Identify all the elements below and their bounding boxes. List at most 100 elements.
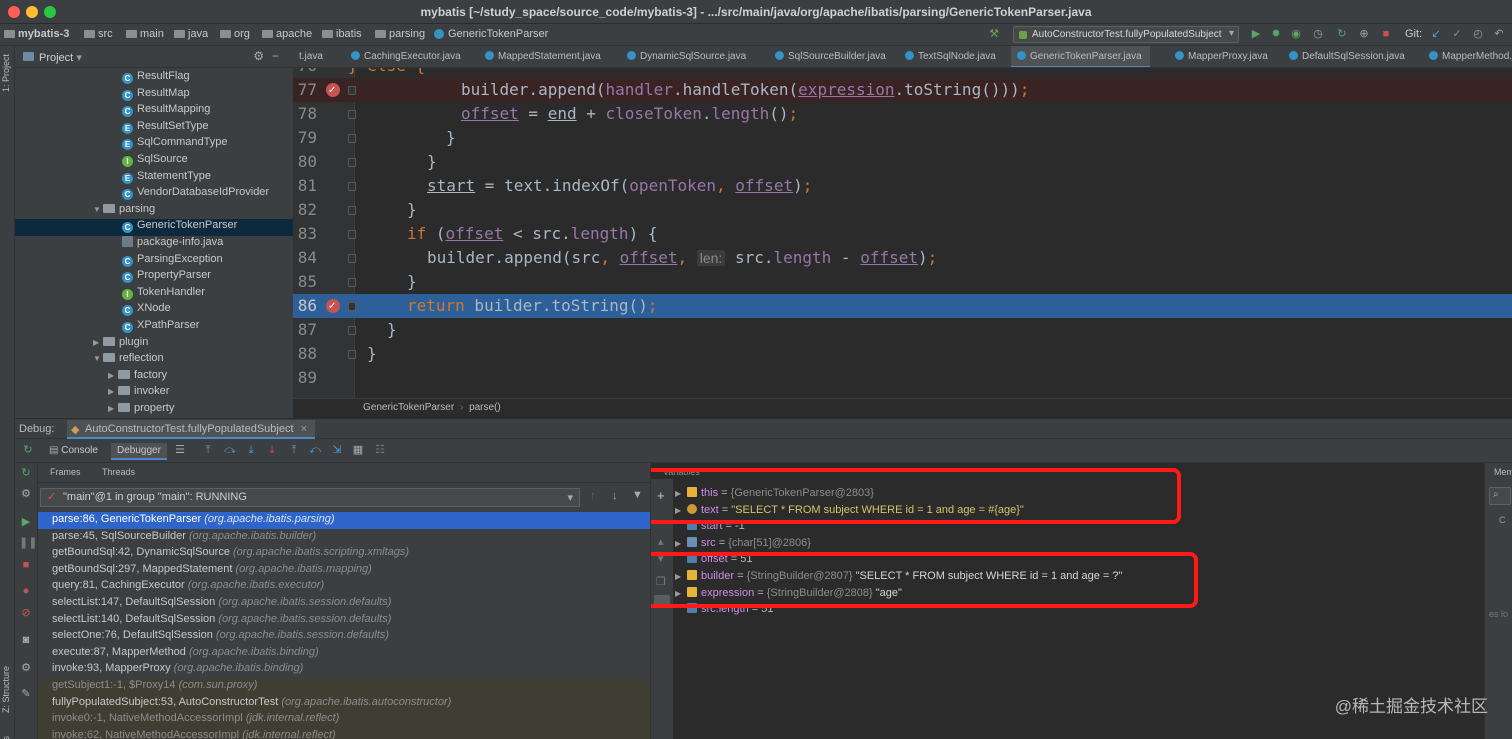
tree-item[interactable]: C XNode bbox=[15, 302, 293, 319]
trace-icon[interactable]: ☷ bbox=[373, 443, 387, 457]
step-out-icon[interactable]: ⤒ bbox=[287, 443, 301, 457]
fold-marker-icon[interactable] bbox=[348, 302, 356, 311]
stack-frame[interactable]: getBoundSql:297, MappedStatement (org.ap… bbox=[38, 562, 650, 579]
project-panel-tools[interactable]: ⚙− bbox=[253, 49, 287, 63]
code-line[interactable]: 84 builder.append(src, offset, len: src.l… bbox=[293, 246, 1512, 270]
stop-icon[interactable]: ■ bbox=[1380, 28, 1392, 40]
run-configuration-select[interactable]: AutoConstructorTest.fullyPopulatedSubjec… bbox=[1013, 26, 1239, 43]
editor-tab[interactable]: t.java bbox=[293, 46, 331, 67]
fold-marker-icon[interactable] bbox=[348, 254, 356, 263]
tree-item[interactable]: package-info.java bbox=[15, 236, 293, 253]
editor-tab[interactable]: DynamicSqlSource.java bbox=[621, 46, 754, 67]
show-execution-point-icon[interactable]: ⤒ bbox=[201, 443, 215, 457]
tab-console[interactable]: ▤ Console bbox=[43, 443, 104, 458]
chevron-right-icon[interactable]: ▶ bbox=[108, 404, 118, 413]
editor-tab[interactable]: CachingExecutor.java bbox=[345, 46, 469, 67]
tree-item[interactable]: ▼ reflection bbox=[15, 352, 293, 369]
stack-frame[interactable]: selectList:140, DefaultSqlSession (org.a… bbox=[38, 612, 650, 629]
stack-frame[interactable]: selectOne:76, DefaultSqlSession (org.apa… bbox=[38, 628, 650, 645]
tree-item[interactable]: ▶ factory bbox=[15, 369, 293, 386]
editor-tab[interactable]: MappedStatement.java bbox=[479, 46, 609, 67]
stack-frame[interactable]: invoke0:-1, NativeMethodAccessorImpl (jd… bbox=[38, 711, 650, 728]
code-line[interactable]: 79} bbox=[293, 126, 1512, 150]
stack-frame[interactable]: getSubject1:-1, $Proxy14 (com.sun.proxy) bbox=[38, 678, 650, 695]
breadcrumb-method[interactable]: parse() bbox=[469, 402, 501, 413]
code-line[interactable]: 78 offset = end + closeToken.length(); bbox=[293, 102, 1512, 126]
nav-crumb-org[interactable]: org bbox=[220, 28, 250, 40]
editor-tab[interactable]: MapperProxy.java bbox=[1169, 46, 1276, 67]
rerun-icon[interactable]: ↻ bbox=[19, 466, 33, 480]
fold-marker-icon[interactable] bbox=[348, 182, 356, 191]
stack-frame[interactable]: invoke:93, MapperProxy (org.apache.ibati… bbox=[38, 661, 650, 678]
stop-icon[interactable]: ■ bbox=[19, 558, 33, 572]
mute-breakpoints-icon[interactable]: ⊘ bbox=[19, 606, 33, 620]
tree-item[interactable]: C ResultMap bbox=[15, 87, 293, 104]
chevron-right-icon[interactable]: ▶ bbox=[108, 387, 118, 396]
debug-icon[interactable]: ✹ bbox=[1270, 28, 1282, 40]
tree-item[interactable]: E SqlCommandType bbox=[15, 136, 293, 153]
thread-selector[interactable]: "main"@1 in group "main": RUNNING bbox=[40, 488, 580, 507]
stack-frame[interactable]: invoke:62, NativeMethodAccessorImpl (jdk… bbox=[38, 727, 650, 739]
code-line[interactable]: 77 builder.append(handler.handleToken(exp… bbox=[293, 78, 1512, 103]
stack-frame[interactable]: fullyPopulatedSubject:53, AutoConstructo… bbox=[38, 694, 650, 712]
structure-tool-tab[interactable]: Z: Structure bbox=[1, 666, 11, 713]
editor-tab[interactable]: TextSqlNode.java bbox=[899, 46, 1004, 67]
pause-icon[interactable]: ❚❚ bbox=[19, 536, 37, 550]
code-line[interactable]: 89 bbox=[293, 366, 1512, 390]
tab-debugger[interactable]: Debugger bbox=[111, 443, 167, 460]
tree-item[interactable]: E StatementType bbox=[15, 170, 293, 187]
nav-crumb-ibatis[interactable]: ibatis bbox=[322, 28, 362, 40]
tree-item[interactable]: E ResultSetType bbox=[15, 120, 293, 137]
build-icon[interactable]: ⚒ bbox=[988, 28, 1000, 40]
fold-marker-icon[interactable] bbox=[348, 350, 356, 359]
tree-item[interactable]: C PropertyParser bbox=[15, 269, 293, 286]
stack-frame[interactable]: selectList:147, DefaultSqlSession (org.a… bbox=[38, 595, 650, 612]
tree-item[interactable]: C ResultMapping bbox=[15, 103, 293, 120]
stack-frame[interactable]: parse:45, SqlSourceBuilder (org.apache.i… bbox=[38, 529, 650, 546]
code-line[interactable]: 88} bbox=[293, 342, 1512, 366]
tree-item[interactable]: C ParsingException bbox=[15, 253, 293, 270]
chevron-right-icon[interactable]: ▶ bbox=[675, 539, 687, 548]
tree-item[interactable]: C GenericTokenParser bbox=[15, 219, 293, 236]
editor-tab[interactable]: DefaultSqlSession.java bbox=[1283, 46, 1413, 67]
tree-item[interactable]: C ResultFlag bbox=[15, 70, 293, 87]
tree-item[interactable]: ▶ property bbox=[15, 402, 293, 418]
fold-marker-icon[interactable] bbox=[348, 230, 356, 239]
git-history-icon[interactable]: ◴ bbox=[1472, 28, 1484, 40]
resume-icon[interactable]: ▶ bbox=[19, 515, 33, 529]
tree-item[interactable]: C VendorDatabaseIdProvider bbox=[15, 186, 293, 203]
code-line[interactable]: 80} bbox=[293, 150, 1512, 174]
nav-crumb-class[interactable]: GenericTokenParser bbox=[434, 28, 548, 40]
code-line[interactable]: 82} bbox=[293, 198, 1512, 222]
arrow-up-icon[interactable]: ↑ bbox=[590, 490, 596, 502]
profile-icon[interactable]: ◷ bbox=[1312, 28, 1324, 40]
code-line[interactable]: 83 if (offset < src.length) { bbox=[293, 222, 1512, 246]
filter-icon[interactable]: ▼ bbox=[632, 489, 643, 501]
code-line[interactable]: 81 start = text.indexOf(openToken, offset… bbox=[293, 174, 1512, 198]
rerun-icon[interactable]: ↻ bbox=[1336, 28, 1348, 40]
menu-icon[interactable]: ☰ bbox=[173, 443, 187, 457]
code-line[interactable]: 76} else { bbox=[293, 68, 1512, 78]
code-line[interactable]: 87} bbox=[293, 318, 1512, 342]
nav-crumb-parsing[interactable]: parsing bbox=[375, 28, 425, 40]
git-commit-icon[interactable]: ✓ bbox=[1451, 28, 1463, 40]
rerun-debug-icon[interactable]: ↻ bbox=[21, 443, 35, 457]
step-into-icon[interactable]: ⤓ bbox=[244, 443, 258, 457]
memory-tab[interactable]: Mem bbox=[1494, 467, 1512, 477]
chevron-down-icon[interactable]: ▼ bbox=[93, 354, 103, 363]
project-panel-header[interactable]: Project ▾ ⚙− bbox=[15, 46, 293, 68]
tab-threads[interactable]: Threads bbox=[102, 467, 135, 477]
stack-frame[interactable]: query:81, CachingExecutor (org.apache.ib… bbox=[38, 578, 650, 595]
nav-crumb-apache[interactable]: apache bbox=[262, 28, 312, 40]
chevron-right-icon[interactable]: ▶ bbox=[108, 371, 118, 380]
close-icon[interactable]: × bbox=[301, 423, 307, 435]
code-editor[interactable]: 76} else {77 builder.append(handler.handl… bbox=[293, 68, 1512, 398]
memory-search-input[interactable]: ⌕ bbox=[1489, 487, 1511, 505]
chevron-down-icon[interactable]: ▼ bbox=[93, 205, 103, 214]
fold-marker-icon[interactable] bbox=[348, 326, 356, 335]
force-step-into-icon[interactable]: ⤓ bbox=[265, 443, 279, 457]
git-rollback-icon[interactable]: ↶ bbox=[1493, 28, 1505, 40]
drop-frame-icon[interactable]: ⤺ bbox=[308, 443, 322, 457]
pin-icon[interactable]: ✎ bbox=[19, 687, 33, 701]
debug-session-tab[interactable]: ◆ AutoConstructorTest.fullyPopulatedSubj… bbox=[67, 420, 316, 439]
